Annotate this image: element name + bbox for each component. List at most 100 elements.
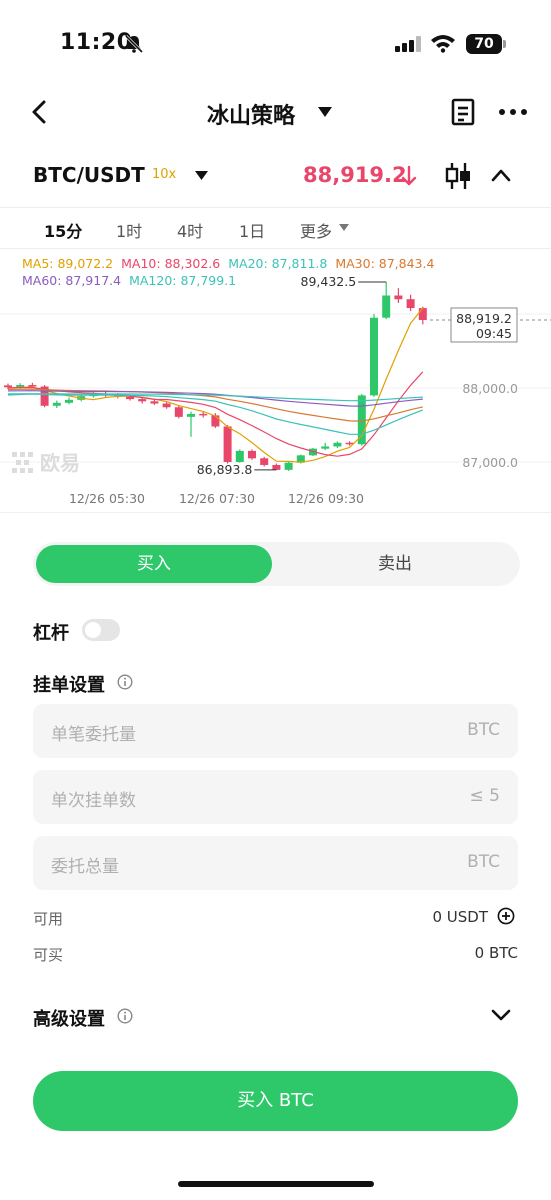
signal-icon (395, 36, 421, 52)
y-tick-label: 88,000.0 (462, 381, 518, 396)
ma-legend-item: MA30: 87,843.4 (335, 256, 435, 271)
buy-btc-button[interactable]: 买入 BTC (33, 1071, 518, 1131)
candle-body (150, 401, 159, 404)
candle-body (4, 385, 12, 388)
price-tag-price: 88,919.2 (456, 311, 512, 326)
home-indicator (178, 1181, 374, 1187)
leverage-toggle[interactable] (82, 619, 120, 641)
tab-15m[interactable]: 15分 (44, 218, 82, 242)
caret-down-icon[interactable] (318, 106, 332, 118)
advanced-settings-label[interactable]: 高级设置 (33, 1005, 105, 1031)
pair-caret-down-icon[interactable] (195, 171, 208, 181)
candle-body (52, 402, 61, 406)
candle-body (211, 415, 220, 427)
x-tick-label: 12/26 05:30 (69, 491, 145, 506)
tab-more[interactable]: 更多 (300, 218, 332, 242)
input-unit: BTC (467, 720, 500, 740)
wifi-icon (431, 35, 455, 53)
candle-body (406, 299, 415, 309)
chevron-up-icon[interactable] (490, 167, 512, 183)
buyable-label: 可买 (33, 946, 64, 964)
candle-body (126, 396, 134, 400)
ma-legend-item: MA60: 87,917.4 (22, 273, 122, 288)
candle-body (382, 295, 391, 318)
candle-body (272, 464, 281, 470)
candle-body (199, 413, 208, 416)
price-tag-countdown: 09:45 (476, 326, 512, 341)
battery-level: 70 (466, 34, 502, 54)
y-tick-label: 87,000.0 (462, 455, 518, 470)
pair-row: BTC/USDT 10x 88,919.2 (0, 155, 551, 197)
ma-legend-item: MA10: 88,302.6 (121, 256, 221, 271)
page-title[interactable]: 冰山策略 (207, 98, 295, 130)
info-icon[interactable] (117, 1008, 133, 1024)
candle-body (394, 295, 403, 300)
available-row: 可用 0 USDT (33, 908, 518, 930)
current-price: 88,919.2 (303, 163, 407, 187)
ma-legend: MA5: 89,072.2 MA10: 88,302.6 MA20: 87,811.… (22, 255, 462, 289)
leverage-label: 杠杆 (33, 623, 69, 644)
info-icon[interactable] (117, 674, 133, 690)
low-marker-label: 86,893.8 (197, 462, 253, 477)
toggle-knob (85, 622, 101, 638)
candle-body (28, 385, 37, 387)
status-bar: 11:20 70 (0, 0, 551, 90)
chevron-down-icon[interactable] (490, 1007, 512, 1023)
battery-tip (503, 40, 506, 48)
status-time: 11:20 (60, 30, 133, 55)
pair-name[interactable]: BTC/USDT (33, 163, 145, 187)
ma-legend-item: MA5: 89,072.2 (22, 256, 114, 271)
buy-sell-toggle: 买入 卖出 (33, 542, 520, 586)
candle-body (370, 317, 378, 396)
candle-body (260, 458, 269, 465)
input-placeholder: 委托总量 (51, 857, 119, 877)
x-tick-label: 12/26 09:30 (288, 491, 364, 506)
candle-body (235, 450, 244, 462)
candlestick-icon[interactable] (444, 161, 472, 191)
more-caret-down-icon[interactable] (339, 224, 349, 232)
candlestick-chart[interactable]: 89,000.088,000.087,000.0欧易89,432.586,893… (0, 250, 551, 512)
candle-body (162, 403, 171, 408)
input-placeholder: 单次挂单数 (51, 791, 136, 811)
x-tick-label: 12/26 07:30 (179, 491, 255, 506)
input-unit: ≤ 5 (469, 786, 500, 806)
ma-legend-item: MA120: 87,799.1 (129, 273, 237, 288)
tab-4h[interactable]: 4时 (177, 218, 203, 242)
order-settings-label: 挂单设置 (33, 675, 105, 696)
candle-body (138, 399, 147, 402)
candle-body (284, 462, 293, 470)
candle-body (418, 308, 427, 320)
candle-body (357, 395, 366, 445)
watermark: 欧易 (40, 451, 80, 475)
document-icon[interactable] (450, 98, 476, 126)
add-funds-icon[interactable] (497, 907, 515, 925)
price-down-arrow-icon (401, 165, 417, 186)
candle-body (333, 442, 342, 447)
buy-tab[interactable]: 买入 (36, 545, 272, 583)
back-icon[interactable] (28, 98, 52, 126)
bell-muted-icon (124, 34, 144, 54)
candle-body (187, 413, 195, 417)
candle-body (65, 399, 73, 403)
timeframe-tabs: 15分 1时 4时 1日 更多 (0, 207, 551, 249)
ma-legend-item: MA20: 87,811.8 (228, 256, 328, 271)
nav-header: 冰山策略 (0, 88, 551, 138)
chart-canvas[interactable]: 89,000.088,000.087,000.0欧易89,432.586,893… (0, 250, 551, 512)
available-label: 可用 (33, 910, 64, 928)
chart-divider (0, 512, 551, 513)
more-icon[interactable] (498, 108, 528, 116)
candle-body (174, 407, 183, 417)
input-placeholder: 单笔委托量 (51, 725, 136, 745)
leverage-badge: 10x (152, 167, 177, 182)
candle-body (223, 426, 232, 462)
total-amount-input[interactable]: 委托总量 BTC (33, 836, 518, 890)
order-count-input[interactable]: 单次挂单数 ≤ 5 (33, 770, 518, 824)
candle-body (321, 446, 330, 449)
sell-tab[interactable]: 卖出 (275, 545, 515, 583)
buyable-value: 0 BTC (474, 944, 518, 962)
input-unit: BTC (467, 852, 500, 872)
buyable-row: 可买 0 BTC (33, 944, 518, 966)
tab-1h[interactable]: 1时 (116, 218, 142, 242)
single-order-amount-input[interactable]: 单笔委托量 BTC (33, 704, 518, 758)
tab-1d[interactable]: 1日 (239, 218, 265, 242)
